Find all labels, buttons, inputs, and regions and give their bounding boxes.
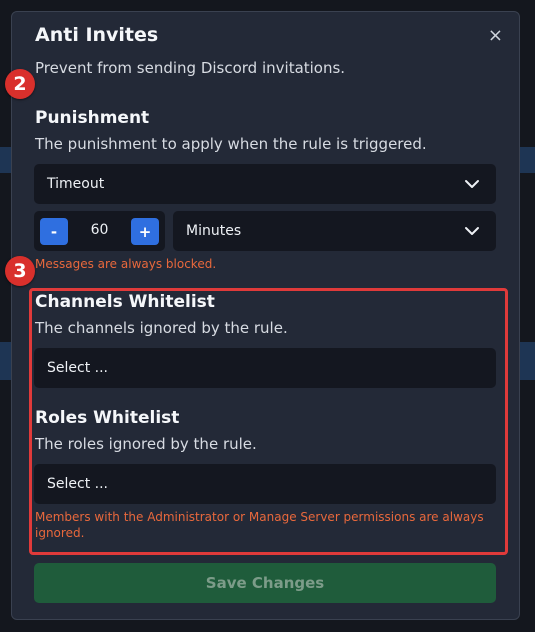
roles-whitelist-placeholder: Select ... [47, 476, 108, 492]
roles-whitelist-description: The roles ignored by the rule. [35, 435, 257, 453]
duration-unit-value: Minutes [186, 223, 242, 239]
punishment-select[interactable]: Timeout [34, 164, 496, 204]
chevron-down-icon [465, 180, 479, 188]
decrement-button[interactable]: - [40, 218, 68, 245]
channels-whitelist-title: Channels Whitelist [35, 292, 215, 312]
chevron-down-icon [465, 227, 479, 235]
anti-invites-modal: Anti Invites × Prevent from sending Disc… [11, 11, 520, 620]
increment-button[interactable]: + [131, 218, 159, 245]
duration-stepper: - 60 + [34, 211, 165, 251]
modal-title: Anti Invites [35, 24, 159, 46]
step-marker-3: 3 [5, 256, 35, 286]
background-banner [520, 147, 535, 173]
background-banner [520, 342, 535, 380]
step-marker-2: 2 [5, 69, 35, 99]
punishment-selected-value: Timeout [47, 176, 105, 192]
background-banner [0, 147, 11, 173]
roles-whitelist-select[interactable]: Select ... [34, 464, 496, 504]
channels-whitelist-description: The channels ignored by the rule. [35, 319, 288, 337]
background-banner [0, 342, 11, 380]
save-changes-button[interactable]: Save Changes [34, 563, 496, 603]
duration-value[interactable]: 60 [78, 222, 121, 238]
punishment-note: Messages are always blocked. [35, 257, 217, 271]
modal-description: Prevent from sending Discord invitations… [35, 59, 346, 77]
roles-whitelist-title: Roles Whitelist [35, 408, 180, 428]
punishment-description: The punishment to apply when the rule is… [35, 135, 427, 153]
duration-unit-select[interactable]: Minutes [173, 211, 496, 251]
channels-whitelist-placeholder: Select ... [47, 360, 108, 376]
punishment-title: Punishment [35, 108, 150, 128]
close-icon[interactable]: × [488, 25, 503, 46]
channels-whitelist-select[interactable]: Select ... [34, 348, 496, 388]
roles-whitelist-note: Members with the Administrator or Manage… [35, 510, 484, 540]
